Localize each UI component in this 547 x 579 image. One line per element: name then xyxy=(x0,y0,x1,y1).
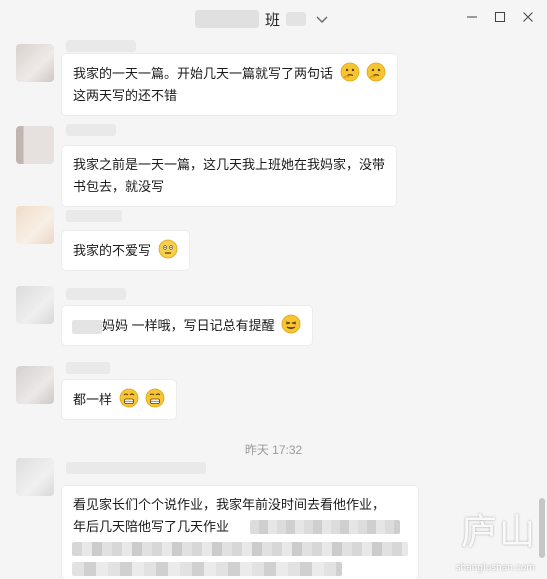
title-blurred-count xyxy=(286,12,307,26)
blurred-mention xyxy=(72,320,102,334)
message-text: 我家的一天一篇。开始几天一篇就写了两句话 xyxy=(73,66,334,81)
sender-name-blurred xyxy=(66,288,126,300)
message-bubble[interactable]: 都一样 xyxy=(62,380,177,419)
chat-title[interactable]: 班 xyxy=(195,8,330,30)
chevron-down-icon[interactable] xyxy=(314,11,330,27)
thinking-face-icon xyxy=(366,62,386,82)
close-icon xyxy=(523,12,533,22)
maximize-button[interactable] xyxy=(487,6,513,28)
message-text: 书包去，就没写 xyxy=(73,179,165,194)
chat-title-text: 班 xyxy=(265,11,281,29)
title-blurred-name xyxy=(195,10,259,28)
awkward-face-icon xyxy=(158,239,178,259)
minimize-icon xyxy=(467,16,477,18)
avatar[interactable] xyxy=(16,366,54,404)
message-text: 我家之前是一天一篇，这几天我上班她在我妈家，没带 xyxy=(73,157,386,172)
blurred-text xyxy=(72,542,408,556)
maximize-icon xyxy=(495,12,505,22)
title-bar: 班 xyxy=(0,0,547,38)
avatar[interactable] xyxy=(16,206,54,244)
sender-name-blurred xyxy=(66,210,122,222)
message-bubble[interactable]: 我家的一天一篇。开始几天一篇就写了两句话 这两天写的还不错 xyxy=(62,54,398,115)
message-text: 这两天写的还不错 xyxy=(73,88,178,103)
thinking-face-icon xyxy=(340,62,360,82)
grin-face-icon xyxy=(119,388,139,408)
watermark-text: 庐山 xyxy=(460,512,537,553)
message-text: 我家的不爱写 xyxy=(73,243,152,258)
watermark-url: shanglushan.com xyxy=(455,563,535,573)
timestamp: 昨天 17:32 xyxy=(244,443,303,457)
blurred-text xyxy=(72,562,342,576)
sender-name-blurred xyxy=(66,40,136,52)
message-text: 妈妈 一样哦，写日记总有提醒 xyxy=(102,318,275,333)
sender-name-blurred xyxy=(66,124,116,136)
avatar[interactable] xyxy=(16,44,54,82)
minimize-button[interactable] xyxy=(459,6,485,28)
avatar[interactable] xyxy=(16,286,54,324)
watermark: 庐山 shanglushan.com xyxy=(371,503,541,575)
message-bubble[interactable]: 看见家长们个个说作业，我家年前没时间去看他作业， 年后几天陪他写了几天作业 xyxy=(62,486,418,579)
close-button[interactable] xyxy=(515,6,541,28)
avatar[interactable] xyxy=(16,126,54,164)
message-text: 看见家长们个个说作业，我家年前没时间去看他作业， xyxy=(73,497,386,512)
message-bubble[interactable]: 我家的不爱写 xyxy=(62,231,189,270)
message-text: 都一样 xyxy=(73,392,113,407)
sender-name-blurred xyxy=(66,462,206,474)
sender-name-blurred xyxy=(66,362,110,374)
message-bubble[interactable]: 我家之前是一天一篇，这几天我上班她在我妈家，没带 书包去，就没写 xyxy=(62,146,397,206)
message-bubble[interactable]: 妈妈 一样哦，写日记总有提醒 xyxy=(62,306,313,345)
wink-face-icon xyxy=(281,314,301,334)
grin-face-icon xyxy=(145,388,165,408)
message-text-line: 我家的一天一篇。开始几天一篇就写了两句话 xyxy=(73,62,386,85)
avatar[interactable] xyxy=(16,458,54,496)
